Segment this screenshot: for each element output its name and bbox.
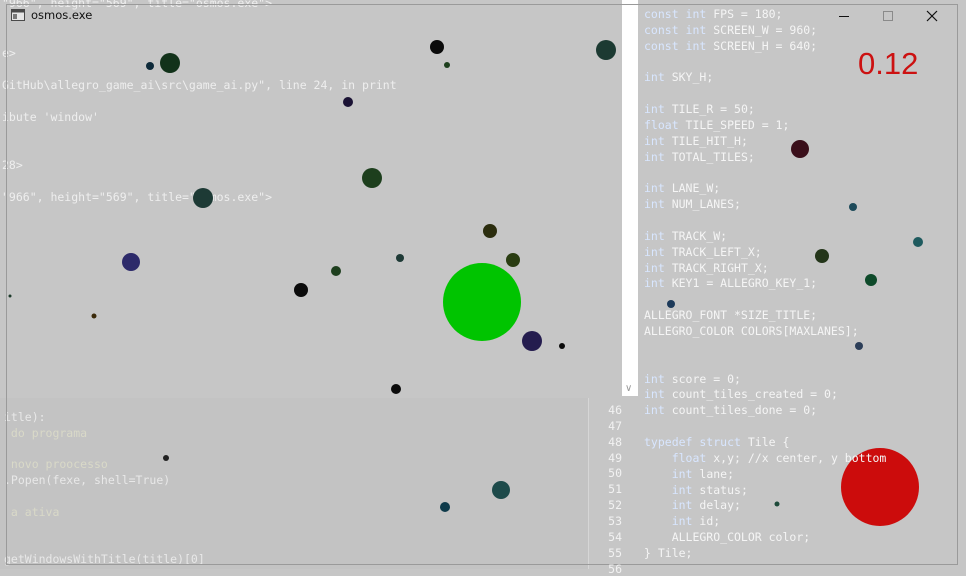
background-console: "966", height="569", title="osmos.exe"> e… <box>0 0 622 400</box>
code-line: int status; <box>671 482 748 497</box>
code-line: int TRACK_LEFT_X; <box>644 244 762 259</box>
code-line: float x,y; //x center, y bottom <box>671 450 887 465</box>
background-code-editor-left: itle): do programa novo proocesso .Popen(… <box>0 398 588 569</box>
code-line: a ativa <box>4 505 60 519</box>
code-line: ALLEGRO_COLOR color; <box>644 530 811 545</box>
code-line: ALLEGRO_COLOR COLORS[MAXLANES]; <box>644 324 859 338</box>
maximize-button[interactable] <box>866 4 910 28</box>
console-line: GitHub\allegro_game_ai\src\game_ai.py", … <box>2 78 397 92</box>
line-number: 47 <box>608 418 622 433</box>
score-display: 0.12 <box>858 46 919 81</box>
code-line: const int FPS = 180; <box>644 7 783 21</box>
maximize-icon <box>883 11 893 21</box>
console-line: "966", height="569", title="osmos.exe"> <box>2 190 273 204</box>
code-line: } Tile; <box>644 545 693 560</box>
code-line: getWindowsWithTitle(title)[0] <box>4 552 205 566</box>
code-line: typedef struct Tile { <box>644 434 790 449</box>
title-bar[interactable]: osmos.exe <box>8 6 92 24</box>
code-line: do programa <box>4 426 88 440</box>
code-line: ALLEGRO_FONT *SIZE_TITLE; <box>644 308 818 323</box>
line-number: 50 <box>608 466 622 481</box>
code-line: int NUM_LANES; <box>644 197 741 212</box>
console-scrollbar[interactable]: ∨ <box>622 0 638 396</box>
code-line: itle): <box>4 410 46 424</box>
console-line: ibute 'window' <box>2 110 99 124</box>
line-number: 51 <box>608 482 622 497</box>
code-line: int delay; <box>671 498 741 513</box>
code-line: int LANE_W; <box>644 181 721 196</box>
code-line: int id; <box>671 514 721 529</box>
code-line: int count_tiles_created = 0; <box>644 387 838 402</box>
code-line: int TILE_HIT_H; <box>644 133 748 148</box>
code-line: .Popen(fexe, shell=True) <box>4 473 171 487</box>
code-line: int count_tiles_done = 0; <box>644 403 818 418</box>
code-line: int KEY1 = ALLEGRO_KEY_1; <box>644 276 818 291</box>
code-line: int TRACK_W; <box>644 228 728 243</box>
close-icon <box>926 10 938 22</box>
console-line: 28> <box>2 158 23 172</box>
code-line: const int SCREEN_H = 640; <box>644 38 818 53</box>
line-number: 49 <box>608 450 622 465</box>
code-line: int score = 0; <box>644 371 741 386</box>
minimize-icon <box>839 16 849 17</box>
line-number: 46 <box>608 403 622 417</box>
code-line: const int SCREEN_W = 960; <box>644 22 818 37</box>
line-number: 52 <box>608 498 622 513</box>
window-title: osmos.exe <box>31 8 93 22</box>
line-number: 53 <box>608 513 622 528</box>
minimize-button[interactable] <box>822 4 866 28</box>
code-line: int TOTAL_TILES; <box>644 149 755 164</box>
code-line: int lane; <box>671 466 735 481</box>
console-line: e> <box>2 46 16 60</box>
code-line: int TILE_R = 50; <box>644 102 755 117</box>
line-number: 48 <box>608 434 622 449</box>
code-line: novo proocesso <box>4 457 108 471</box>
app-window-icon <box>11 9 25 21</box>
code-line: int SKY_H; <box>644 70 714 85</box>
close-button[interactable] <box>910 4 954 28</box>
code-line: int TRACK_RIGHT_X; <box>644 260 769 275</box>
code-line: float TILE_SPEED = 1; <box>644 117 790 132</box>
scroll-down-arrow-icon[interactable]: ∨ <box>625 383 632 394</box>
line-number: 55 <box>608 545 622 560</box>
line-number: 54 <box>608 529 622 544</box>
